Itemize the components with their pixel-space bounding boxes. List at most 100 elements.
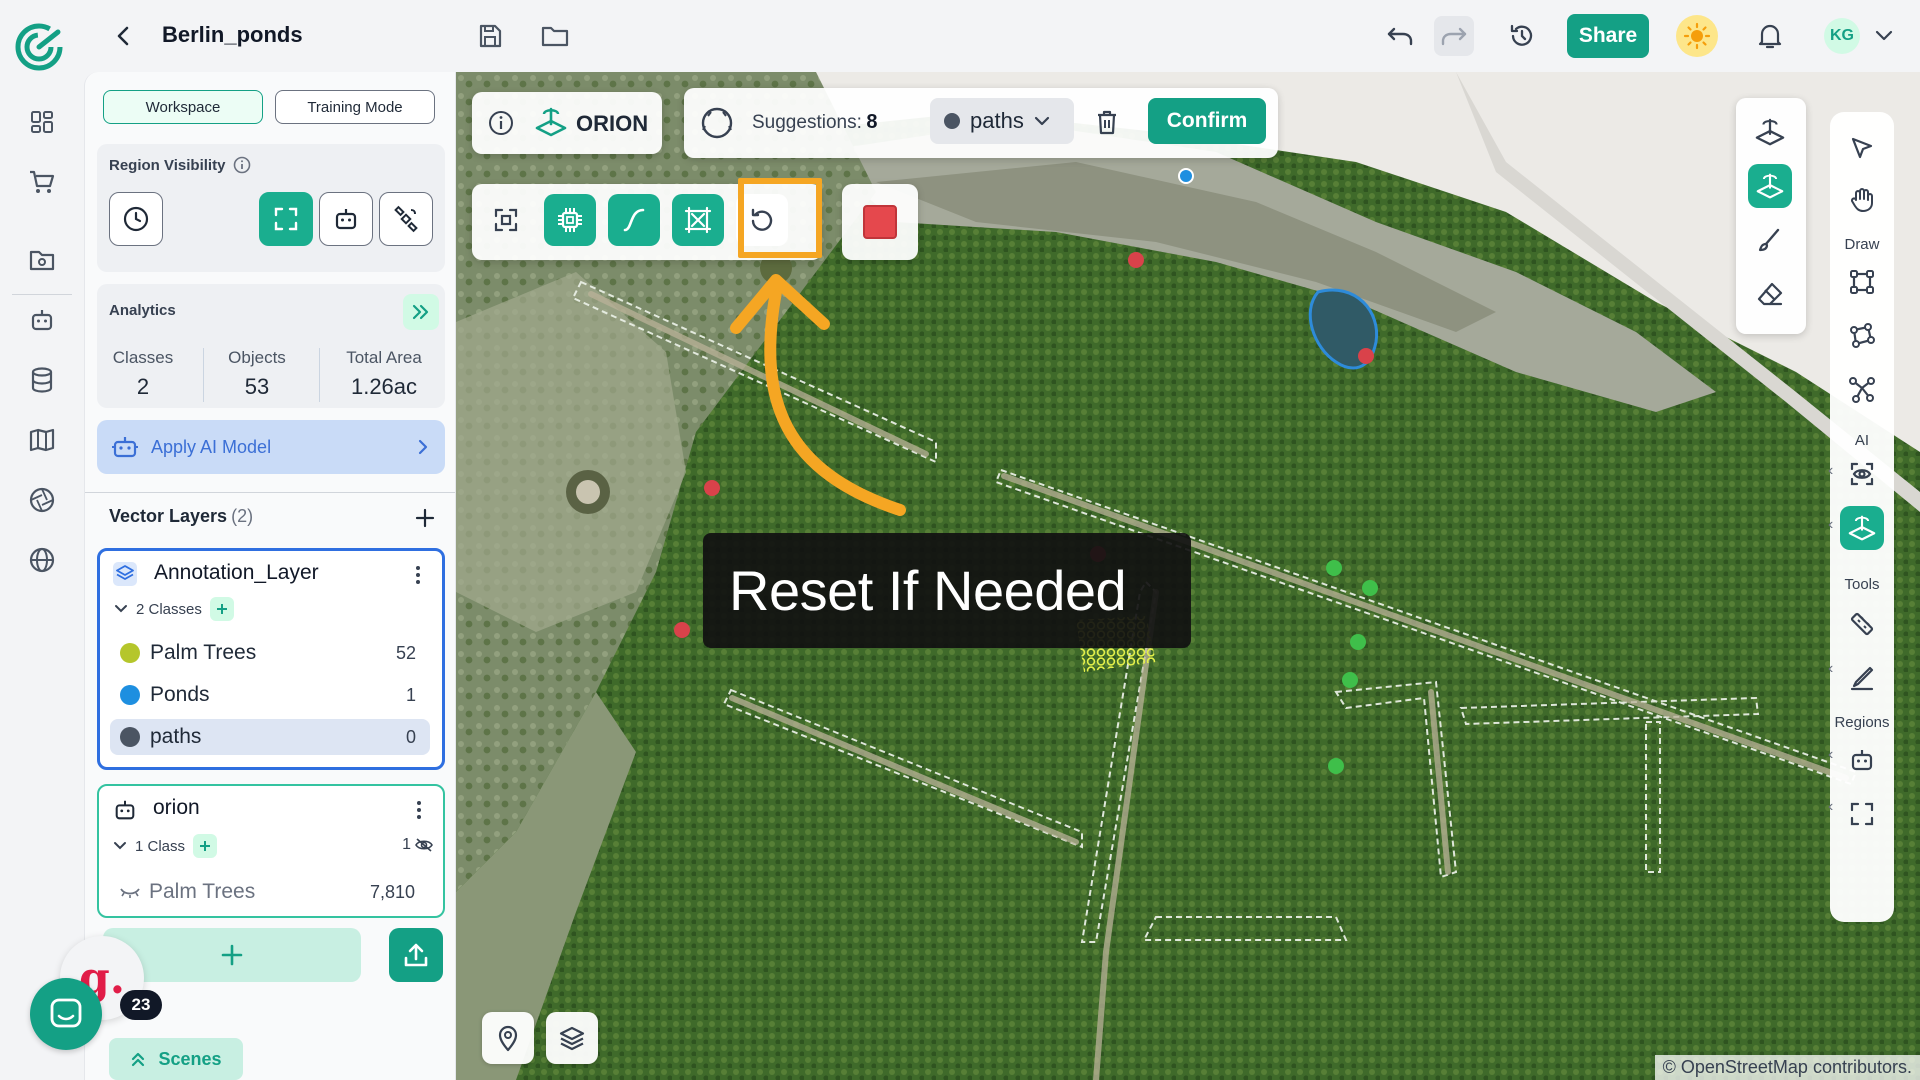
classes-count-label: 2 Classes (136, 600, 202, 618)
add-class-icon[interactable] (193, 834, 218, 858)
robot-region-button[interactable] (319, 192, 373, 246)
layer-orion[interactable]: orion 1 Class 1 Palm Trees 7,810 (97, 784, 445, 918)
chevron-down-icon (1034, 116, 1049, 126)
stat-objects: Objects 53 (228, 348, 286, 399)
upload-icon[interactable] (389, 928, 443, 982)
user-avatar[interactable]: KG (1824, 18, 1860, 54)
folder-icon[interactable] (535, 16, 575, 56)
polyline-draw-icon[interactable] (1840, 368, 1884, 412)
database-icon[interactable] (22, 360, 62, 400)
classes-toggle[interactable]: 2 Classes (114, 597, 234, 621)
aperture-icon[interactable] (22, 480, 62, 520)
chevron-down-icon (115, 605, 127, 613)
tab-workspace[interactable]: Workspace (103, 90, 263, 124)
back-button[interactable] (106, 18, 142, 54)
caret-left-icon[interactable]: ‹ (1828, 462, 1833, 480)
map-icon[interactable] (22, 420, 62, 460)
undo-icon[interactable] (1380, 16, 1420, 56)
orion-active-icon[interactable] (1748, 164, 1792, 208)
layers-icon (112, 561, 138, 587)
location-pin-icon[interactable] (482, 1012, 534, 1064)
add-class-icon[interactable] (209, 597, 234, 621)
app-logo-icon[interactable] (14, 22, 64, 72)
redo-icon[interactable] (1434, 16, 1474, 56)
project-folder-icon[interactable] (22, 240, 62, 280)
orion-ai-icon[interactable] (1840, 506, 1884, 550)
orion-layer-icon[interactable] (1748, 110, 1792, 154)
eraser-icon[interactable] (1748, 272, 1792, 316)
mode-tabs: Workspace Training Mode (103, 90, 435, 124)
history-icon[interactable] (1502, 16, 1542, 56)
layers-stack-icon[interactable] (546, 1012, 598, 1064)
apply-ai-model-button[interactable]: Apply AI Model (97, 420, 445, 474)
highlight-frame (738, 178, 822, 258)
tab-training-mode[interactable]: Training Mode (275, 90, 435, 124)
class-color-dot (120, 727, 140, 747)
map-attribution[interactable]: © OpenStreetMap contributors. (1654, 1055, 1920, 1080)
confirm-button[interactable]: Confirm (1148, 98, 1266, 144)
caret-left-icon[interactable]: ‹ (1828, 516, 1833, 534)
chip-detect-icon[interactable] (544, 194, 596, 246)
chevron-right-icon (417, 438, 429, 456)
cart-icon[interactable] (22, 162, 62, 202)
right-tool-rail: Draw AI ‹ ‹ Tools ‹ Regions ‹ ‹ (1828, 112, 1894, 922)
layer-annotation[interactable]: Annotation_Layer 2 Classes Palm Trees 52… (97, 548, 445, 770)
robot-icon[interactable] (22, 300, 62, 340)
eye-closed-icon[interactable] (119, 885, 141, 899)
dashboard-icon[interactable] (22, 102, 62, 142)
ruler-icon[interactable] (1840, 602, 1884, 646)
chat-icon[interactable] (30, 978, 102, 1050)
class-select-dropdown[interactable]: paths (930, 98, 1074, 144)
caret-left-icon[interactable]: ‹ (1828, 746, 1833, 764)
scan-frame-icon[interactable] (480, 194, 532, 246)
hand-pan-icon[interactable] (1840, 178, 1884, 222)
theme-sun-icon[interactable] (1676, 15, 1718, 57)
stat-classes: Classes 2 (112, 348, 174, 399)
class-color-dot (944, 113, 960, 129)
select-pointer-icon[interactable] (1840, 126, 1884, 170)
class-item-palm-trees[interactable]: Palm Trees 52 (110, 635, 430, 671)
robot-region-icon[interactable] (1840, 738, 1884, 782)
caret-left-icon[interactable]: ‹ (1828, 798, 1833, 816)
info-icon[interactable] (488, 110, 514, 136)
caret-left-icon[interactable]: ‹ (1828, 660, 1833, 678)
rectangle-draw-icon[interactable] (1840, 260, 1884, 304)
circle-outline-icon[interactable] (700, 106, 734, 140)
fullscreen-region-icon[interactable] (1840, 792, 1884, 836)
crop-region-icon[interactable] (672, 194, 724, 246)
analytics-title: Analytics (109, 302, 176, 319)
info-icon[interactable] (233, 156, 251, 174)
pen-measure-icon[interactable] (1840, 656, 1884, 700)
save-icon[interactable] (470, 16, 510, 56)
kebab-menu-icon[interactable] (408, 561, 428, 589)
globe-icon[interactable] (22, 540, 62, 580)
kebab-menu-icon[interactable] (409, 796, 429, 824)
stop-button[interactable] (854, 196, 906, 248)
map-canvas[interactable]: ORION Suggestions: 8 paths Confirm Reset… (456, 72, 1920, 1080)
class-item-paths[interactable]: paths 0 (110, 719, 430, 755)
satellite-region-button[interactable] (379, 192, 433, 246)
share-button[interactable]: Share (1567, 14, 1649, 58)
classes-toggle[interactable]: 1 Class (113, 834, 218, 858)
class-item-palm-trees[interactable]: Palm Trees 7,810 (109, 874, 429, 910)
add-layer-icon[interactable] (409, 502, 441, 534)
hidden-count[interactable]: 1 (402, 836, 433, 854)
expand-analytics-icon[interactable] (403, 294, 439, 330)
regions-section-label: Regions (1834, 714, 1890, 731)
ai-vision-icon[interactable] (1840, 452, 1884, 496)
fullscreen-region-button[interactable] (259, 192, 313, 246)
stat-divider (319, 348, 320, 402)
rail-divider (12, 294, 72, 295)
clock-visibility-button[interactable] (109, 192, 163, 246)
tools-section-label: Tools (1844, 576, 1880, 593)
chevron-down-icon[interactable] (1864, 16, 1904, 56)
brush-icon[interactable] (1748, 218, 1792, 262)
class-item-ponds[interactable]: Ponds 1 (110, 677, 430, 713)
bell-icon[interactable] (1750, 16, 1790, 56)
suggestions-value: 8 (866, 111, 878, 133)
robot-icon (111, 434, 139, 460)
trash-icon[interactable] (1094, 108, 1120, 136)
scenes-button[interactable]: Scenes (109, 1038, 243, 1080)
curve-path-icon[interactable] (608, 194, 660, 246)
polygon-draw-icon[interactable] (1840, 314, 1884, 358)
